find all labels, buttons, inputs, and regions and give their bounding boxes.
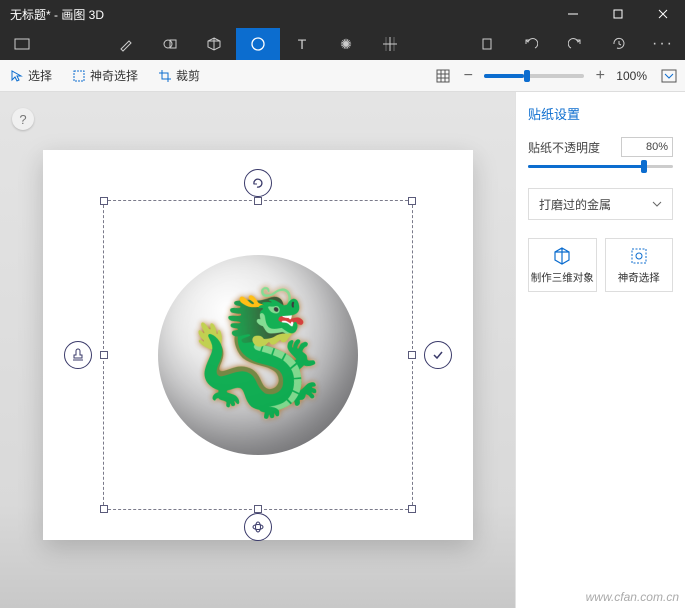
resize-handle-s[interactable]	[254, 505, 262, 513]
text-tab[interactable]: T	[280, 28, 324, 60]
menu-button[interactable]	[0, 28, 44, 60]
3d-shapes-tab[interactable]	[192, 28, 236, 60]
opacity-slider[interactable]	[528, 165, 673, 168]
resize-handle-w[interactable]	[100, 351, 108, 359]
crop-icon	[158, 69, 172, 83]
cube-icon	[552, 246, 572, 266]
chevron-down-icon	[652, 201, 662, 207]
sub-toolbar: 选择 神奇选择 裁剪 − + 100%	[0, 60, 685, 92]
zoom-out-button[interactable]: −	[460, 67, 476, 85]
rotate-button[interactable]	[244, 169, 272, 197]
fit-screen-icon[interactable]	[661, 69, 677, 83]
confirm-button[interactable]	[424, 341, 452, 369]
cursor-icon	[10, 69, 24, 83]
paste-button[interactable]	[465, 28, 509, 60]
zoom-controls: − + 100%	[460, 67, 685, 85]
effects-tab[interactable]: ✺	[324, 28, 368, 60]
side-panel: 贴纸设置 贴纸不透明度 80% 打磨过的金属 制作三维对象 神奇选择	[515, 92, 685, 608]
dragon-sticker: 🐉	[174, 275, 341, 434]
3d-rotate-button[interactable]	[244, 513, 272, 541]
zoom-value: 100%	[616, 69, 647, 83]
material-value: 打磨过的金属	[539, 196, 611, 213]
sphere-object[interactable]: 🐉	[158, 255, 358, 455]
redo-button[interactable]	[553, 28, 597, 60]
resize-handle-ne[interactable]	[408, 197, 416, 205]
resize-handle-nw[interactable]	[100, 197, 108, 205]
magic-select-icon	[629, 246, 649, 266]
resize-handle-e[interactable]	[408, 351, 416, 359]
ribbon: T ✺ ···	[0, 28, 685, 60]
canvas[interactable]: 🐉	[43, 150, 473, 540]
magic-select-icon	[72, 69, 86, 83]
grid-toggle[interactable]	[426, 60, 460, 91]
undo-button[interactable]	[509, 28, 553, 60]
magic-select-button[interactable]: 神奇选择	[605, 238, 674, 292]
2d-shapes-tab[interactable]	[148, 28, 192, 60]
canvas-tab[interactable]	[368, 28, 412, 60]
resize-handle-se[interactable]	[408, 505, 416, 513]
grid-icon	[436, 69, 450, 83]
resize-handle-sw[interactable]	[100, 505, 108, 513]
panel-heading: 贴纸设置	[528, 104, 673, 123]
brushes-tab[interactable]	[104, 28, 148, 60]
opacity-label: 贴纸不透明度	[528, 139, 600, 156]
minimize-button[interactable]	[550, 0, 595, 28]
stamp-button[interactable]	[64, 341, 92, 369]
selection-box[interactable]: 🐉	[103, 200, 413, 510]
watermark: www.cfan.com.cn	[586, 590, 679, 604]
close-button[interactable]	[640, 0, 685, 28]
more-button[interactable]: ···	[641, 28, 685, 60]
window-title: 无标题* - 画图 3D	[10, 6, 550, 23]
stickers-tab[interactable]	[236, 28, 280, 60]
history-slider-button[interactable]	[597, 28, 641, 60]
maximize-button[interactable]	[595, 0, 640, 28]
window-controls	[550, 0, 685, 28]
make-3d-button[interactable]: 制作三维对象	[528, 238, 597, 292]
help-button[interactable]: ?	[12, 108, 34, 130]
crop-tool[interactable]: 裁剪	[148, 60, 210, 91]
resize-handle-n[interactable]	[254, 197, 262, 205]
title-bar: 无标题* - 画图 3D	[0, 0, 685, 28]
zoom-slider[interactable]	[484, 74, 584, 78]
select-tool[interactable]: 选择	[0, 60, 62, 91]
magic-select-tool[interactable]: 神奇选择	[62, 60, 148, 91]
opacity-input[interactable]: 80%	[621, 137, 673, 157]
material-dropdown[interactable]: 打磨过的金属	[528, 188, 673, 220]
zoom-in-button[interactable]: +	[592, 67, 608, 85]
canvas-area[interactable]: ? 🐉	[0, 92, 515, 608]
